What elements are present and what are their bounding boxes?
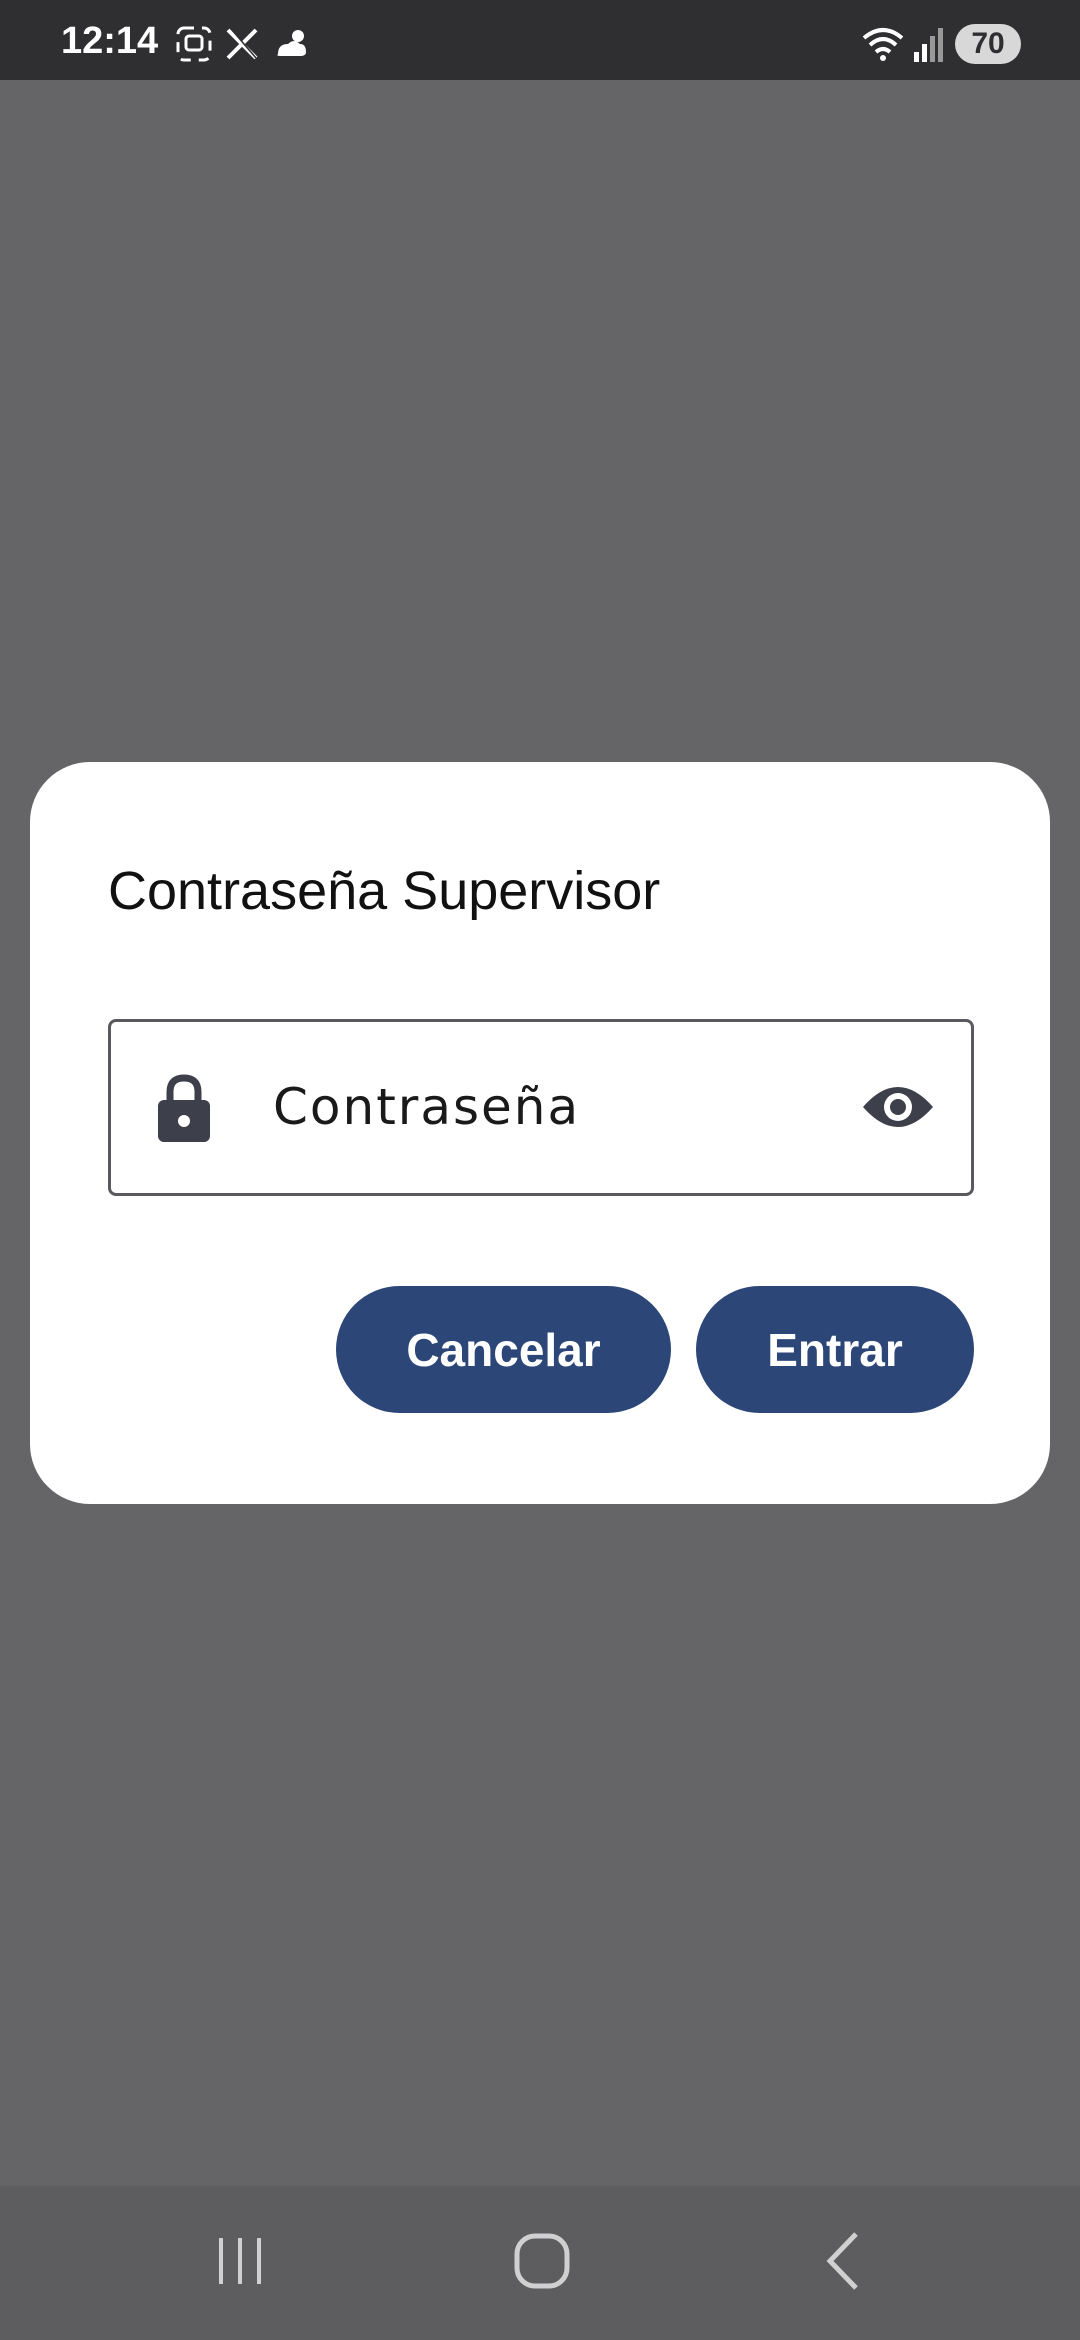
supervisor-password-dialog: Contraseña Supervisor Cancelar Entrar xyxy=(30,762,1050,1504)
eye-icon[interactable] xyxy=(861,1079,935,1135)
weather-icon xyxy=(277,30,306,56)
screenshot-icon xyxy=(176,26,212,62)
back-icon[interactable] xyxy=(810,2226,880,2296)
status-time: 12:14 xyxy=(61,20,159,62)
home-icon[interactable] xyxy=(507,2226,577,2296)
navigation-bar xyxy=(0,2186,1080,2340)
battery-indicator: 70 xyxy=(955,24,1021,64)
status-bar: 12:14 70 xyxy=(0,0,1080,80)
password-input[interactable] xyxy=(271,1062,831,1152)
recent-apps-icon[interactable] xyxy=(205,2226,275,2296)
enter-button[interactable]: Entrar xyxy=(696,1286,974,1413)
signal-icon xyxy=(914,28,943,62)
lock-icon xyxy=(158,1074,210,1142)
cancel-button[interactable]: Cancelar xyxy=(336,1286,671,1413)
x-app-icon xyxy=(226,28,258,60)
password-field[interactable] xyxy=(108,1019,974,1196)
dialog-title: Contraseña Supervisor xyxy=(108,861,661,921)
wifi-icon xyxy=(862,28,904,61)
